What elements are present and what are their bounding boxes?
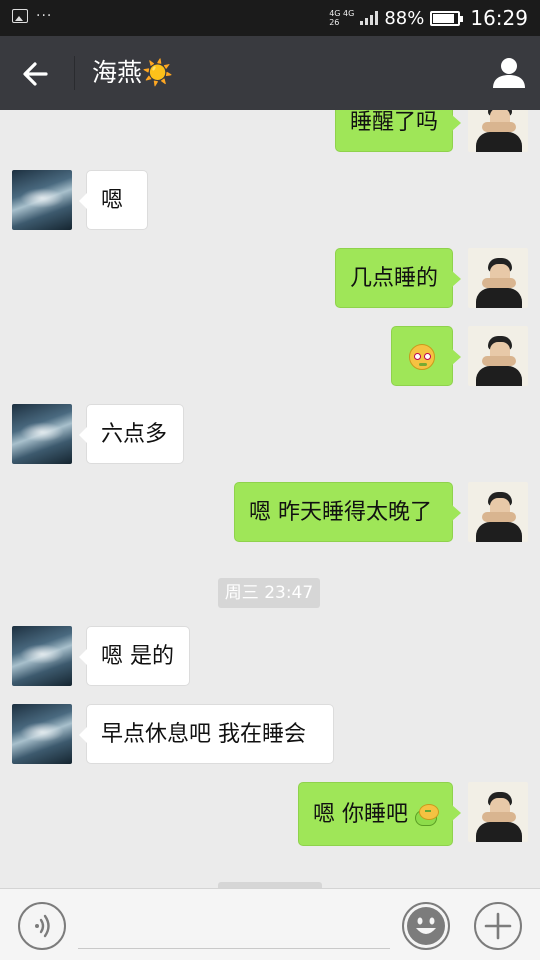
contact-name: 海燕☀️: [92, 58, 174, 87]
arrow-left-icon: [23, 62, 48, 86]
friend-message-bubble[interactable]: 早点休息吧 我在睡会: [79, 704, 334, 764]
message-text: 早点休息吧 我在睡会: [101, 722, 306, 747]
friend-message-bubble[interactable]: 嗯 是的: [79, 626, 190, 686]
image-icon: [12, 9, 28, 23]
voice-icon: [35, 914, 50, 938]
friend-avatar[interactable]: [12, 626, 72, 686]
message-text: 嗯: [101, 188, 124, 213]
sleepy-face-emoji: [409, 344, 435, 370]
message-text: 睡醒了吗: [350, 110, 439, 135]
emoji-button[interactable]: [402, 902, 450, 950]
friend-avatar[interactable]: [12, 170, 72, 230]
back-button[interactable]: [16, 54, 56, 94]
my-message-bubble[interactable]: 几点睡的: [335, 248, 461, 308]
more-options-button[interactable]: [474, 902, 522, 950]
voice-button[interactable]: [18, 902, 66, 950]
my-avatar[interactable]: [468, 326, 528, 386]
my-message-bubble[interactable]: 睡醒了吗: [335, 110, 461, 152]
friend-message-bubble[interactable]: 嗯: [79, 170, 148, 230]
message-text: 嗯 你睡吧: [313, 802, 408, 827]
message-text: 六点多: [101, 422, 168, 447]
network-indicator: 4G 4G 26: [329, 9, 354, 27]
chat-info-button[interactable]: [490, 54, 528, 92]
friend-avatar[interactable]: [12, 404, 72, 464]
my-avatar[interactable]: [468, 782, 528, 842]
friend-avatar[interactable]: [12, 704, 72, 764]
clock: 16:29: [470, 6, 528, 30]
my-avatar[interactable]: [468, 248, 528, 308]
message-text: 嗯 是的: [101, 644, 174, 669]
my-message-bubble[interactable]: [391, 326, 461, 386]
notification-area: ···: [12, 9, 52, 23]
network-type: 4G 4G: [329, 9, 355, 18]
smiley-icon: [407, 907, 445, 945]
pig-emoji: [415, 804, 439, 826]
network-sub: 26: [329, 18, 340, 27]
friend-message-bubble[interactable]: 六点多: [79, 404, 184, 464]
message-text: 几点睡的: [350, 266, 439, 291]
header-divider: [74, 56, 75, 90]
chat-area[interactable]: 睡醒了吗 嗯 几点睡的 六点多 嗯 昨天睡得太晚了 周三 23:47 嗯 是的 …: [0, 110, 540, 888]
more-dots-icon: ···: [36, 8, 53, 24]
battery-percent: 88%: [384, 7, 425, 29]
status-bar: ··· 4G 4G 26 88% 16:29: [0, 0, 540, 36]
timestamp-divider: 周三 23:47: [218, 578, 320, 608]
person-icon: [493, 58, 525, 88]
plus-icon: [484, 912, 512, 940]
my-avatar[interactable]: [468, 110, 528, 152]
signal-icon: [360, 11, 379, 25]
message-input[interactable]: [78, 901, 390, 949]
input-bar: [0, 888, 540, 960]
my-message-bubble[interactable]: 嗯 你睡吧: [298, 782, 461, 846]
battery-icon: [430, 10, 464, 26]
chat-header: 海燕☀️: [0, 36, 540, 110]
my-avatar[interactable]: [468, 482, 528, 542]
my-message-bubble[interactable]: 嗯 昨天睡得太晚了: [234, 482, 461, 542]
system-indicators: 4G 4G 26 88% 16:29: [329, 0, 528, 36]
message-text: 嗯 昨天睡得太晚了: [249, 500, 432, 525]
